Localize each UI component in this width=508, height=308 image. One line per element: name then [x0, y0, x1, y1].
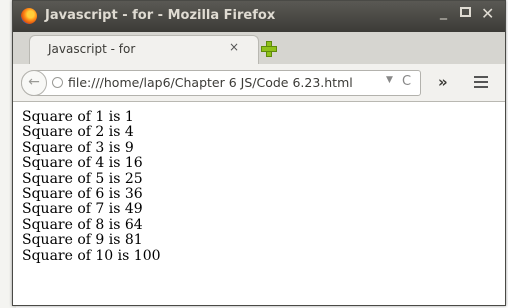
globe-icon	[52, 77, 63, 88]
firefox-logo-icon	[21, 8, 37, 24]
url-bar[interactable]: ← file:///home/lap6/Chapter 6 JS/Code 6.…	[21, 70, 421, 96]
browser-window: Javascript - for - Mozilla Firefox _ ✕ J…	[12, 0, 506, 306]
output-line: Square of 1 is 1	[22, 109, 134, 125]
maximize-icon[interactable]	[460, 7, 471, 17]
minimize-icon[interactable]: _	[440, 4, 447, 20]
window-title: Javascript - for - Mozilla Firefox	[45, 8, 276, 23]
tab-javascript-for[interactable]: Javascript - for ×	[29, 35, 259, 64]
output-line: Square of 5 is 25	[22, 170, 143, 187]
title-bar: Javascript - for - Mozilla Firefox _ ✕	[13, 1, 505, 32]
output-line: Square of 4 is 16	[22, 155, 143, 172]
page-content: Square of 1 is 1 Square of 2 is 4 Square…	[13, 102, 505, 305]
overflow-icon[interactable]: »	[438, 73, 448, 91]
output-line: Square of 7 is 49	[22, 201, 143, 218]
close-tab-icon[interactable]: ×	[229, 40, 239, 54]
output-line: Square of 2 is 4	[22, 124, 134, 141]
output-line: Square of 3 is 9	[22, 139, 134, 156]
navigation-bar: ← file:///home/lap6/Chapter 6 JS/Code 6.…	[13, 64, 505, 102]
new-tab-icon[interactable]	[260, 40, 278, 58]
output-line: Square of 10 is 100	[22, 247, 161, 264]
url-text[interactable]: file:///home/lap6/Chapter 6 JS/Code 6.23…	[68, 75, 353, 90]
output-line: Square of 9 is 81	[22, 232, 143, 249]
tab-bar: Javascript - for ×	[13, 32, 505, 64]
reload-icon[interactable]: C	[402, 74, 411, 89]
output-line: Square of 8 is 64	[22, 216, 143, 233]
close-window-icon[interactable]: ✕	[481, 4, 494, 23]
hamburger-menu-icon[interactable]	[474, 76, 488, 88]
dropdown-icon[interactable]: ▼	[386, 75, 393, 85]
output-line: Square of 6 is 36	[22, 186, 143, 203]
back-arrow-icon[interactable]: ←	[21, 70, 47, 96]
tab-label: Javascript - for	[48, 42, 136, 56]
